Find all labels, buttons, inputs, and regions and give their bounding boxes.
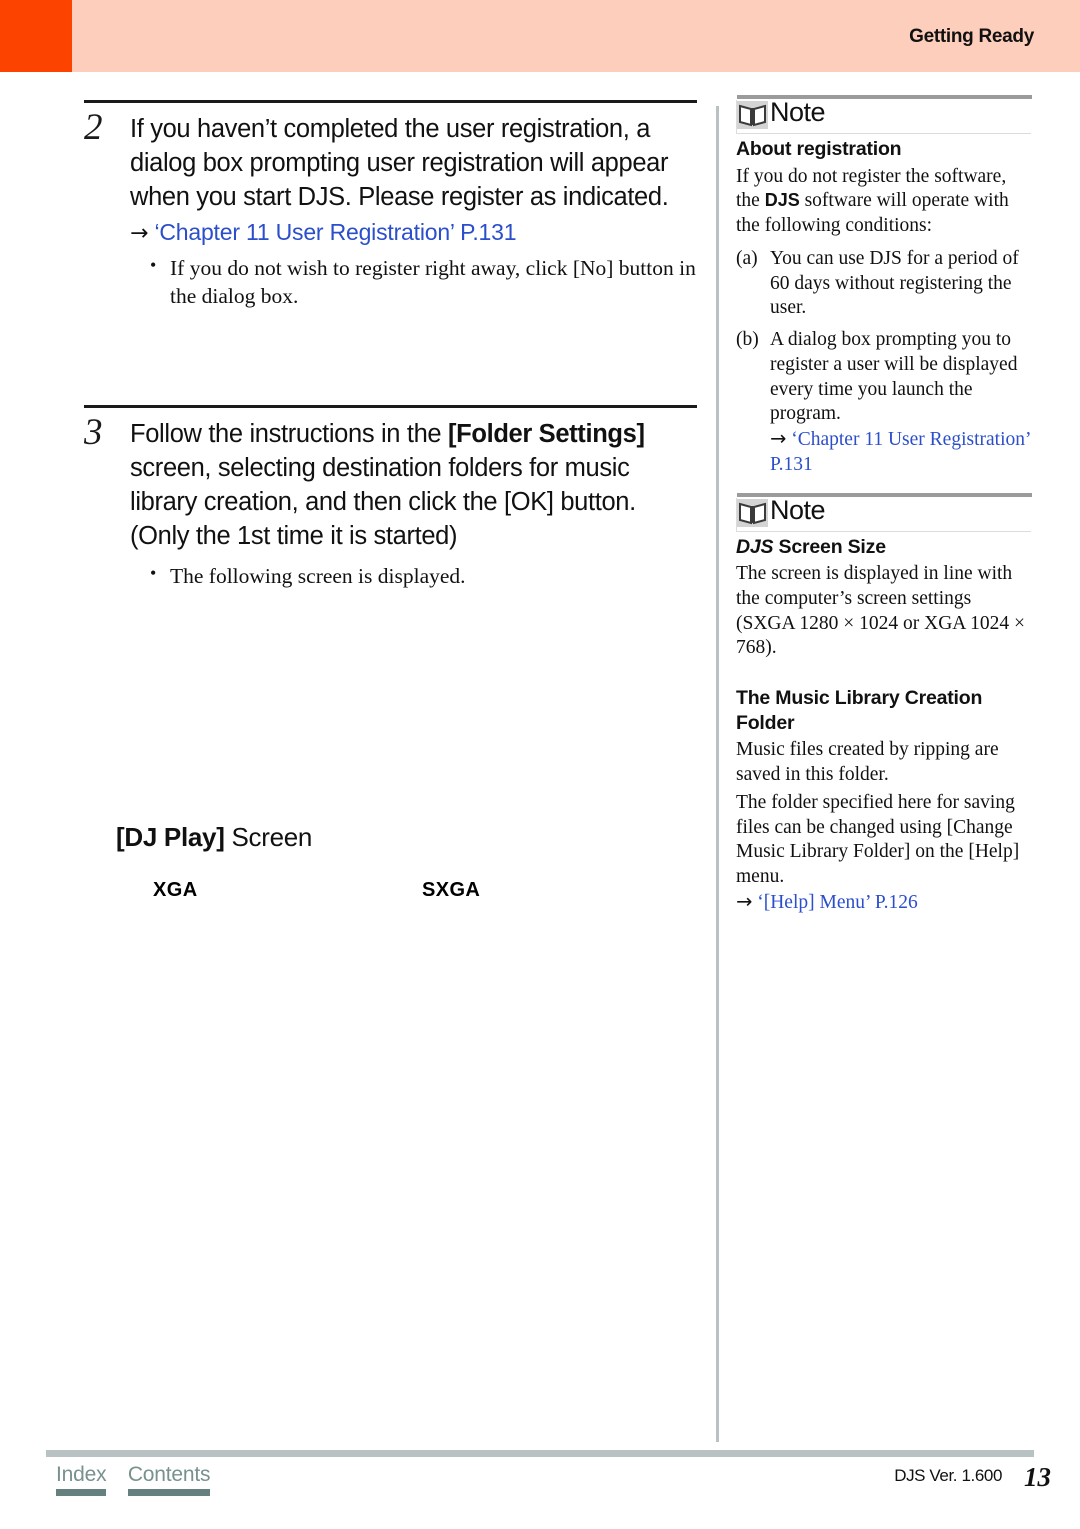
header-accent-block — [0, 0, 72, 72]
footer-tab-contents-label: Contents — [127, 1463, 211, 1486]
step-3-block: 3 Follow the instructions in the [Folder… — [84, 405, 700, 591]
note-spacer — [736, 661, 1031, 683]
page-header-band: Getting Ready — [0, 0, 1080, 72]
note-xref-label: ‘Chapter 11 User Registration’ P.131 — [770, 429, 1031, 475]
footer-tab-index-underline — [56, 1489, 107, 1496]
note-subtitle: About registration — [736, 138, 902, 160]
note-body-djs: DJS — [764, 190, 800, 211]
step-2-cross-reference[interactable]: → ‘Chapter 11 User Registration’ P.131 — [130, 219, 700, 246]
note-xref-label: ‘[Help] Menu’ P.126 — [757, 891, 918, 913]
note-body-text-3: The folder specified here for saving fil… — [736, 791, 1020, 887]
dj-play-title-bracket: [DJ Play] — [116, 822, 225, 852]
resolution-label-xga: XGA — [153, 879, 198, 901]
list-item-marker: (a) — [736, 247, 758, 269]
note-header: Note — [736, 492, 1032, 532]
arrow-icon: → — [770, 427, 787, 451]
note-subtitle-secondary: The Music Library Creation Folder — [736, 687, 983, 734]
note-subtitle: DJS Screen Size — [736, 535, 1031, 560]
list-item: If you do not wish to register right awa… — [146, 254, 700, 311]
note-label: Note — [770, 494, 826, 525]
notes-sidebar: Note About registration If you do not re… — [736, 95, 1032, 916]
list-item: (b) A dialog box prompting you to registe… — [736, 328, 1031, 478]
step-3-bullet-list: The following screen is displayed. — [130, 562, 700, 591]
step-2-number: 2 — [84, 107, 103, 148]
resolution-label-row: XGA SXGA — [116, 879, 716, 909]
list-item-marker: (b) — [736, 329, 759, 351]
note-header: Note — [736, 95, 1032, 134]
list-item: (a) You can use DJS for a period of 60 da… — [736, 247, 1031, 321]
step-3-heading-pre: Follow the instructions in the — [130, 420, 448, 448]
list-item-pre: You can use — [770, 247, 870, 269]
list-item: The following screen is displayed. — [146, 562, 700, 591]
note-body-text: If you do not register the software, the… — [736, 165, 1031, 239]
list-item-djs: DJS — [869, 247, 902, 269]
step-2-divider — [84, 100, 697, 103]
step-3-heading: Follow the instructions in the [Folder S… — [130, 418, 700, 554]
step-2-block: 2 If you haven’t completed the user regi… — [84, 100, 700, 311]
resolution-label-sxga: SXGA — [422, 879, 481, 901]
note-cross-reference[interactable]: → ‘Chapter 11 User Registration’ P.131 — [770, 427, 1031, 478]
arrow-icon: → — [736, 889, 753, 913]
footer-tab-contents[interactable]: Contents — [127, 1463, 211, 1496]
step-3: 3 Follow the instructions in the [Folder… — [84, 414, 700, 591]
note-conditions-list: (a) You can use DJS for a period of 60 da… — [736, 247, 1031, 478]
step-2-heading: If you haven’t completed the user regist… — [130, 115, 669, 211]
note-body-text-2: Music files created by ripping are saved… — [736, 739, 999, 785]
step-3-divider — [84, 405, 697, 408]
open-book-icon — [737, 498, 768, 527]
arrow-icon: → — [130, 220, 149, 246]
note-block-screen-size: Note DJS Screen Size The screen is displ… — [736, 492, 1032, 916]
footer-page-number: 13 — [1024, 1462, 1051, 1492]
column-divider — [716, 106, 719, 1442]
step-3-number: 3 — [84, 412, 103, 453]
step-2-bullet-list: If you do not wish to register right awa… — [130, 254, 700, 311]
note-label: Note — [770, 97, 826, 127]
note-body-text: The screen is displayed in line with the… — [736, 563, 1026, 659]
dj-play-screen-title: [DJ Play] Screen — [116, 822, 716, 853]
step-2: 2 If you haven’t completed the user regi… — [84, 109, 700, 311]
footer-navigation: Index Contents — [56, 1463, 227, 1496]
step-3-heading-post: screen, selecting destination folders fo… — [130, 453, 636, 550]
step-2-xref-label: ‘Chapter 11 User Registration’ P.131 — [154, 218, 517, 245]
footer-divider — [46, 1450, 1034, 1457]
step-3-heading-emphasis: [Folder Settings] — [447, 420, 645, 448]
footer-version-label: DJS Ver. 1.600 — [894, 1466, 1002, 1485]
footer-tab-contents-underline — [127, 1489, 211, 1496]
note-subtitle-emphasis: DJS — [736, 535, 774, 558]
footer-tab-index[interactable]: Index — [56, 1463, 107, 1496]
note-cross-reference[interactable]: → ‘[Help] Menu’ P.126 — [736, 890, 1031, 916]
note-subtitle-rest: Screen Size — [773, 535, 886, 558]
footer-tab-index-label: Index — [56, 1463, 107, 1486]
open-book-icon — [737, 101, 768, 129]
list-item-pre: A dialog box prompting you to register a… — [770, 329, 1018, 425]
note-block-registration: Note About registration If you do not re… — [736, 95, 1032, 478]
dj-play-screen-section: [DJ Play] Screen XGA SXGA — [116, 822, 716, 909]
dj-play-title-rest: Screen — [224, 822, 313, 852]
page-header-title: Getting Ready — [909, 26, 1034, 47]
